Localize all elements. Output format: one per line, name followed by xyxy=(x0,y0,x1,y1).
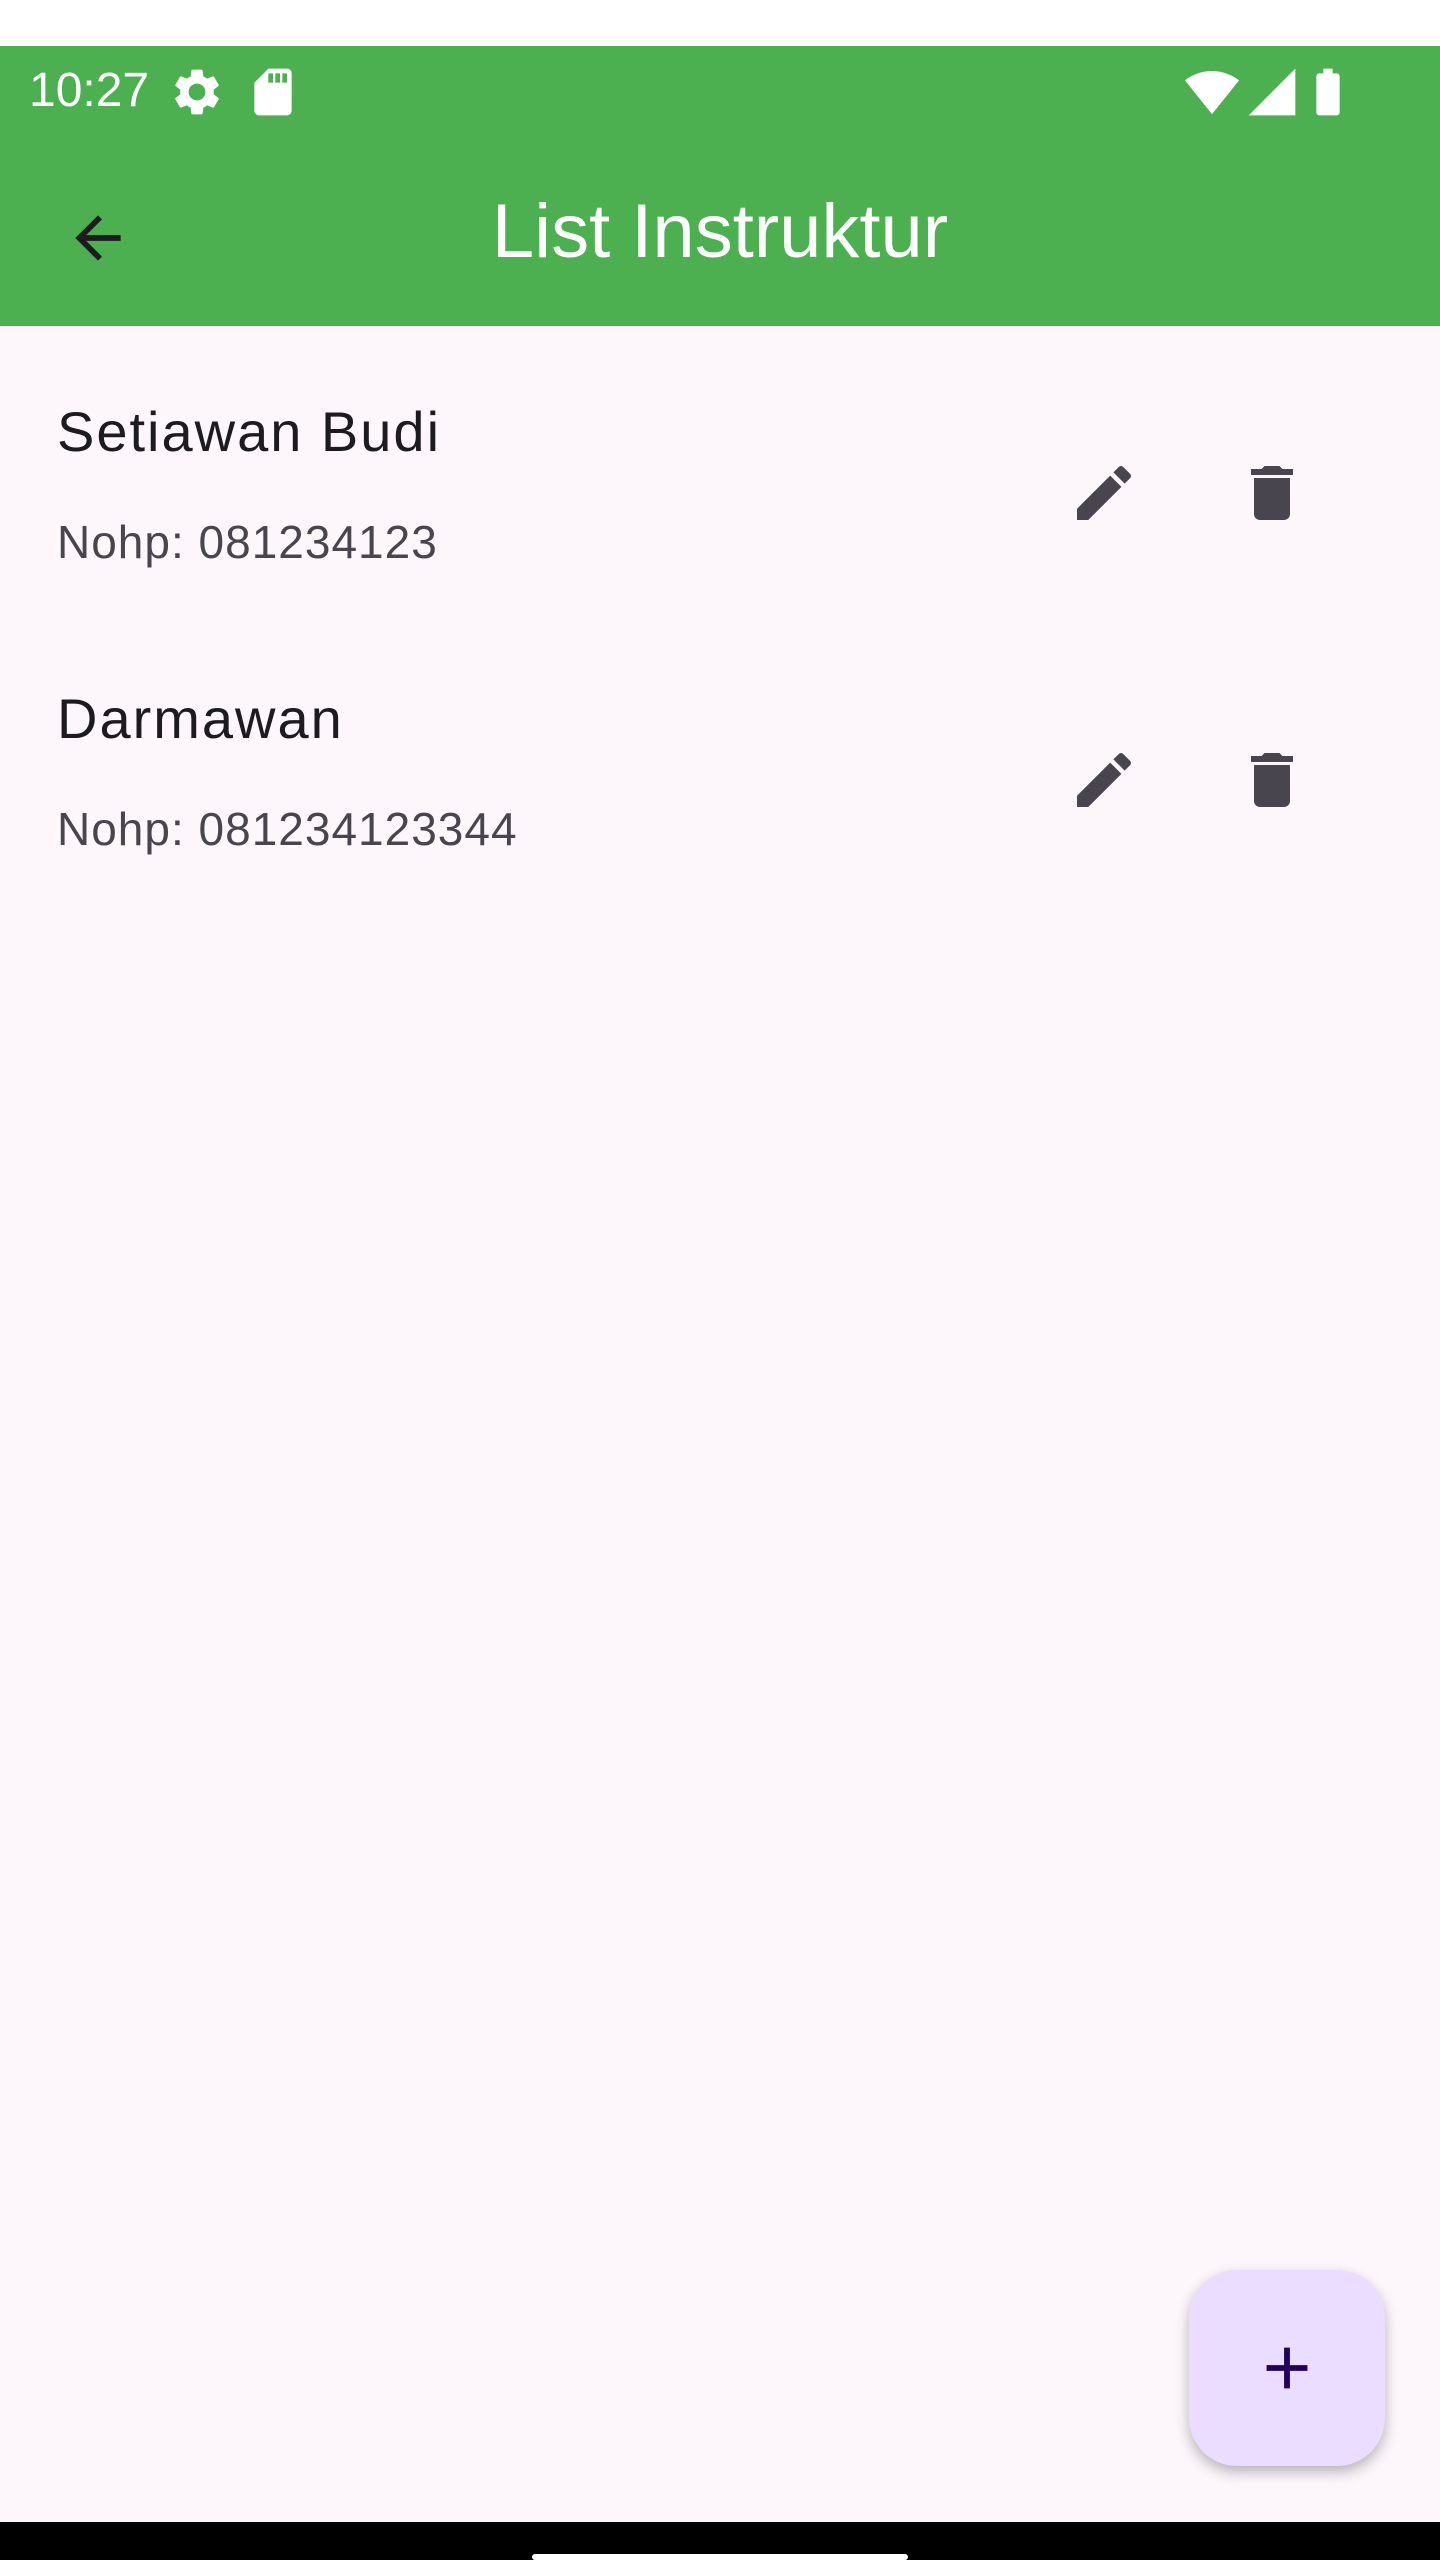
settings-icon xyxy=(169,64,225,120)
arrow-back-icon xyxy=(75,215,121,261)
instructor-name: Darmawan xyxy=(57,687,344,750)
sd-card-icon xyxy=(245,64,301,120)
screen: 10:27 List Instruktur Setiawan Budi Nohp… xyxy=(0,0,1440,2560)
trash-icon xyxy=(1251,466,1293,520)
status-time: 10:27 xyxy=(29,64,150,117)
instructor-phone: Nohp: 081234123344 xyxy=(57,803,518,855)
home-indicator[interactable] xyxy=(532,2554,908,2560)
list-item[interactable]: Setiawan Budi Nohp: 081234123 xyxy=(0,326,1440,613)
instructor-list: Setiawan Budi Nohp: 081234123 Darmawan N… xyxy=(0,326,1440,900)
delete-button[interactable] xyxy=(1212,433,1332,553)
status-bar: 10:27 xyxy=(0,46,1440,132)
list-item[interactable]: Darmawan Nohp: 081234123344 xyxy=(0,613,1440,900)
pencil-icon xyxy=(1077,752,1132,807)
wifi-icon xyxy=(1184,64,1240,120)
navigation-bar xyxy=(0,2522,1440,2560)
app-header: 10:27 List Instruktur xyxy=(0,46,1440,326)
cell-signal-icon xyxy=(1244,64,1300,120)
instructor-phone: Nohp: 081234123 xyxy=(57,516,438,568)
top-strip xyxy=(0,0,1440,46)
instructor-name: Setiawan Budi xyxy=(57,400,442,463)
delete-button[interactable] xyxy=(1212,720,1332,840)
edit-button[interactable] xyxy=(1044,720,1164,840)
trash-icon xyxy=(1251,753,1293,807)
pencil-icon xyxy=(1077,465,1132,520)
plus-icon xyxy=(1266,2347,1308,2389)
add-instructor-button[interactable] xyxy=(1189,2270,1385,2466)
edit-button[interactable] xyxy=(1044,433,1164,553)
battery-icon xyxy=(1300,64,1356,120)
page-title: List Instruktur xyxy=(491,189,949,274)
toolbar: List Instruktur xyxy=(0,132,1440,326)
back-button[interactable] xyxy=(44,184,152,292)
